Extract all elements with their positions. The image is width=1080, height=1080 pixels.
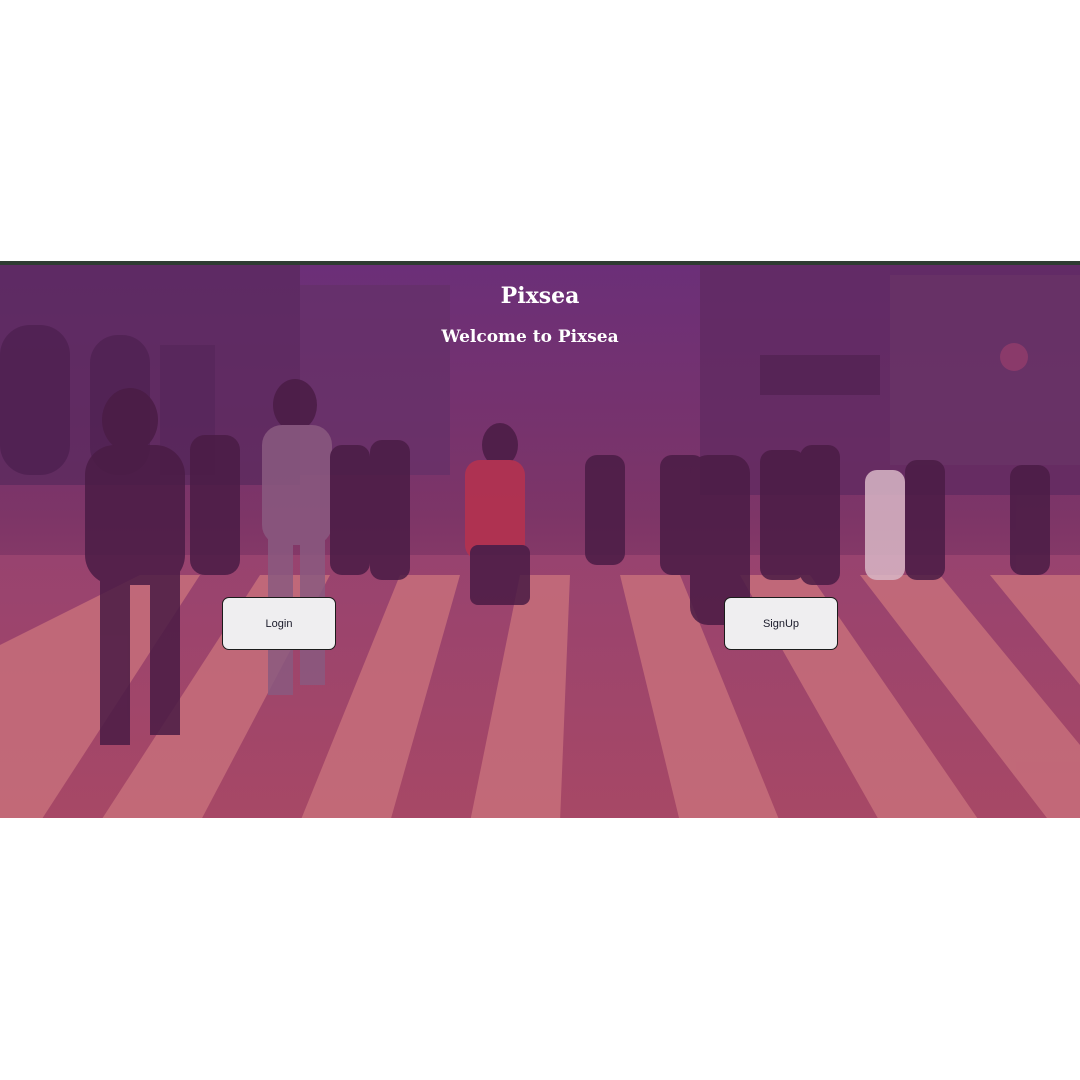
signup-button[interactable]: SignUp xyxy=(724,597,838,650)
street-crowd-background-image xyxy=(0,265,1080,818)
app-title: Pixsea xyxy=(500,283,580,309)
welcome-heading: Welcome to Pixsea xyxy=(441,327,619,347)
login-button[interactable]: Login xyxy=(222,597,336,650)
landing-page: Pixsea Welcome to Pixsea Login SignUp xyxy=(0,0,1080,1080)
hero-section: Pixsea Welcome to Pixsea Login SignUp xyxy=(0,261,1080,818)
